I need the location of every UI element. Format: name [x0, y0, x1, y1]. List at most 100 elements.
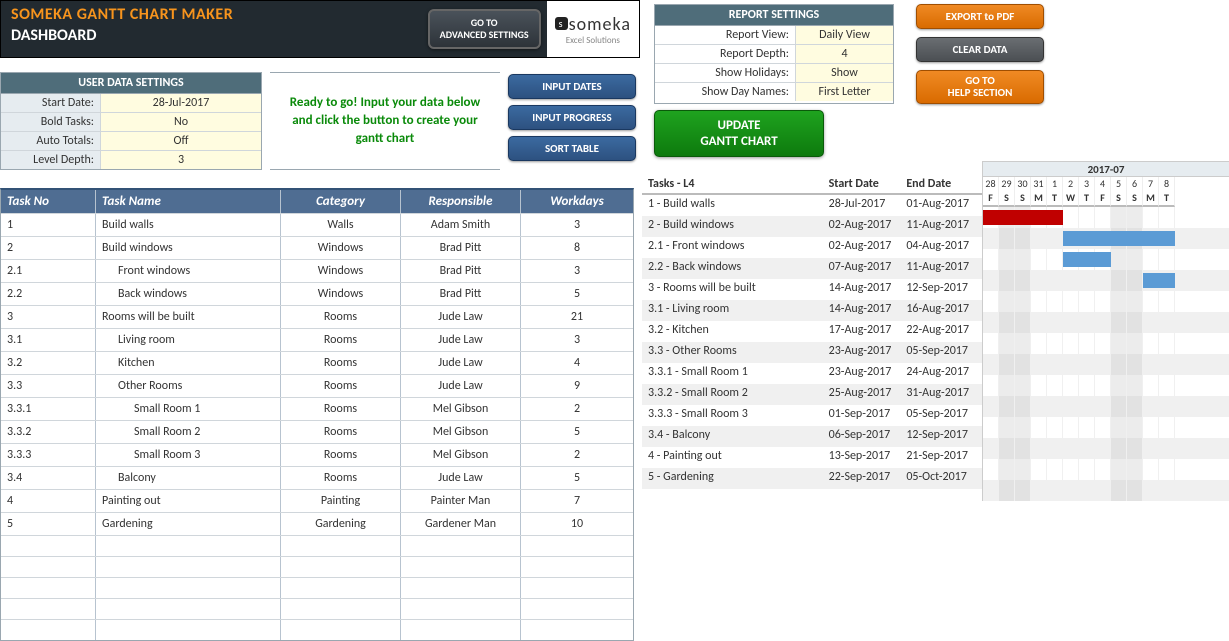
gantt-day-number: 7	[1143, 177, 1159, 191]
task-category: Rooms	[281, 306, 401, 328]
gantt-end-date: 04-Aug-2017	[904, 239, 982, 256]
task-row[interactable]: 2.1 Front windows Windows Brad Pitt 3	[1, 259, 633, 282]
task-responsible: Mel Gibson	[401, 421, 521, 443]
gantt-day-number: 30	[1015, 177, 1031, 191]
gantt-day-letter: S	[1127, 191, 1143, 207]
task-workdays: 3	[521, 214, 633, 236]
task-name: Other Rooms	[96, 375, 281, 397]
task-row[interactable]: 4 Painting out Painting Painter Man 7	[1, 489, 633, 512]
gantt-task-name: 3.3.2 - Small Room 2	[642, 386, 827, 403]
gantt-end-date: 12-Sep-2017	[904, 281, 982, 298]
task-no: 3.4	[1, 467, 96, 489]
clear-data-button[interactable]: CLEAR DATA	[916, 37, 1044, 62]
gantt-list-row: 3.1 - Living room14-Aug-201716-Aug-2017	[642, 300, 982, 321]
gantt-end-date: 31-Aug-2017	[904, 386, 982, 403]
task-responsible: Jude Law	[401, 467, 521, 489]
gantt-start-date: 14-Aug-2017	[827, 302, 905, 319]
gantt-bar	[1143, 273, 1175, 288]
update-gantt-button[interactable]: UPDATE GANTT CHART	[654, 110, 824, 157]
task-workdays: 2	[521, 444, 633, 466]
sort-table-button[interactable]: SORT TABLE	[508, 136, 636, 161]
task-row[interactable]: 3.2 Kitchen Rooms Jude Law 4	[1, 351, 633, 374]
task-row-empty[interactable]	[1, 598, 633, 619]
gantt-chart-row	[983, 417, 1229, 438]
gantt-day-number: 29	[999, 177, 1015, 191]
setting-value[interactable]: 28-Jul-2017	[101, 94, 261, 112]
setting-value[interactable]: No	[101, 113, 261, 131]
task-no: 3.3	[1, 375, 96, 397]
task-no: 3.3.3	[1, 444, 96, 466]
gantt-chart-row	[983, 396, 1229, 417]
task-row[interactable]: 3.1 Living room Rooms Jude Law 3	[1, 328, 633, 351]
task-responsible: Adam Smith	[401, 214, 521, 236]
input-dates-button[interactable]: INPUT DATES	[508, 74, 636, 99]
task-name: Build walls	[96, 214, 281, 236]
task-responsible: Mel Gibson	[401, 444, 521, 466]
gantt-end-date: 12-Sep-2017	[904, 428, 982, 445]
gantt-start-date: 06-Sep-2017	[827, 428, 905, 445]
task-responsible: Jude Law	[401, 352, 521, 374]
export-pdf-button[interactable]: EXPORT to PDF	[916, 4, 1044, 29]
gantt-start-date: 02-Aug-2017	[827, 239, 905, 256]
user-data-settings-header: USER DATA SETTINGS	[1, 73, 261, 94]
task-row[interactable]: 3.3 Other Rooms Rooms Jude Law 9	[1, 374, 633, 397]
gantt-end-date: 24-Aug-2017	[904, 365, 982, 382]
task-table-header: Task No Task Name Category Responsible W…	[1, 190, 633, 213]
gantt-chart-row	[983, 228, 1229, 249]
task-row[interactable]: 2.2 Back windows Windows Brad Pitt 5	[1, 282, 633, 305]
gantt-task-name: 3.4 - Balcony	[642, 428, 827, 445]
task-row[interactable]: 3 Rooms will be built Rooms Jude Law 21	[1, 305, 633, 328]
task-row-empty[interactable]	[1, 577, 633, 598]
task-workdays: 3	[521, 260, 633, 282]
gantt-list-row: 1 - Build walls28-Jul-201701-Aug-2017	[642, 195, 982, 216]
setting-value[interactable]: Daily View	[795, 26, 893, 44]
setting-value[interactable]: Show	[795, 64, 893, 82]
gantt-chart-row	[983, 459, 1229, 480]
setting-label: Show Holidays:	[655, 64, 795, 82]
task-row-empty[interactable]	[1, 556, 633, 577]
gantt-end-date: 05-Sep-2017	[904, 344, 982, 361]
task-row-empty[interactable]	[1, 535, 633, 556]
help-section-button[interactable]: GO TO HELP SECTION	[916, 70, 1044, 104]
gantt-bar	[983, 210, 1063, 225]
gantt-start-date: 02-Aug-2017	[827, 218, 905, 235]
gantt-chart-row	[983, 270, 1229, 291]
task-responsible: Painter Man	[401, 490, 521, 512]
gantt-list-row: 3.2 - Kitchen17-Aug-201722-Aug-2017	[642, 321, 982, 342]
gantt-task-list: Tasks - L4 Start Date End Date 1 - Build…	[642, 161, 982, 501]
setting-value[interactable]: Off	[101, 132, 261, 150]
setting-value[interactable]: First Letter	[795, 83, 893, 101]
task-responsible: Brad Pitt	[401, 260, 521, 282]
task-no: 3	[1, 306, 96, 328]
task-responsible: Brad Pitt	[401, 283, 521, 305]
task-row[interactable]: 3.4 Balcony Rooms Jude Law 5	[1, 466, 633, 489]
task-name: Back windows	[96, 283, 281, 305]
gantt-day-number: 31	[1031, 177, 1047, 191]
report-setting-row: Report View:Daily View	[655, 26, 893, 45]
task-row[interactable]: 2 Build windows Windows Brad Pitt 8	[1, 236, 633, 259]
gantt-day-number: 4	[1095, 177, 1111, 191]
gantt-chart-row	[983, 291, 1229, 312]
status-message: Ready to go! Input your data below and c…	[270, 72, 500, 170]
input-progress-button[interactable]: INPUT PROGRESS	[508, 105, 636, 130]
task-no: 2.1	[1, 260, 96, 282]
gantt-day-letter: S	[999, 191, 1015, 207]
app-header: SOMEKA GANTT CHART MAKER DASHBOARD GO TO…	[0, 0, 640, 58]
gantt-day-letter: M	[1143, 191, 1159, 207]
task-table: Task No Task Name Category Responsible W…	[0, 188, 634, 641]
task-row[interactable]: 3.3.3 Small Room 3 Rooms Mel Gibson 2	[1, 443, 633, 466]
setting-value[interactable]: 4	[795, 45, 893, 63]
task-row[interactable]: 3.3.1 Small Room 1 Rooms Mel Gibson 2	[1, 397, 633, 420]
user-data-setting-row: Auto Totals:Off	[1, 132, 261, 151]
task-workdays: 21	[521, 306, 633, 328]
task-no: 4	[1, 490, 96, 512]
gantt-day-letter: T	[1047, 191, 1063, 207]
gantt-list-row: 2 - Build windows02-Aug-201711-Aug-2017	[642, 216, 982, 237]
task-row[interactable]: 5 Gardening Gardening Gardener Man 10	[1, 512, 633, 535]
advanced-settings-button[interactable]: GO TO ADVANCED SETTINGS	[428, 9, 541, 49]
task-workdays: 2	[521, 398, 633, 420]
task-row[interactable]: 3.3.2 Small Room 2 Rooms Mel Gibson 5	[1, 420, 633, 443]
gantt-list-row: 3.3 - Other Rooms23-Aug-201705-Sep-2017	[642, 342, 982, 363]
setting-value[interactable]: 3	[101, 151, 261, 169]
task-row[interactable]: 1 Build walls Walls Adam Smith 3	[1, 213, 633, 236]
